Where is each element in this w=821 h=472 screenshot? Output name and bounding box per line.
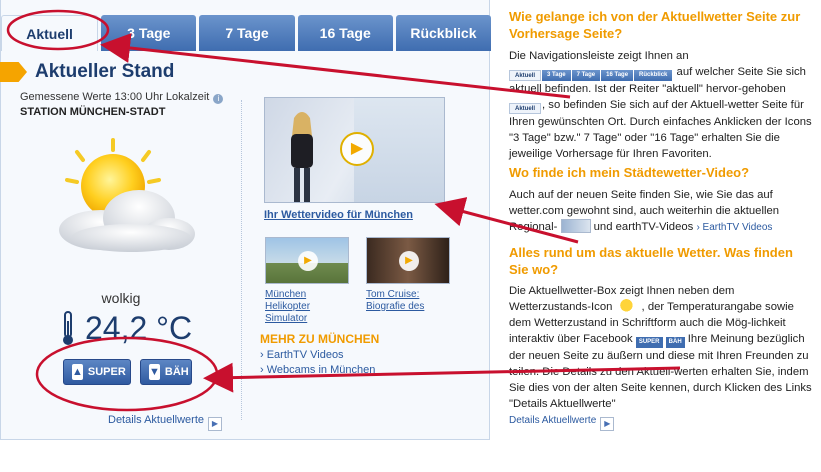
section-marker-icon	[0, 62, 27, 82]
faq-question-2: Wo finde ich mein Städtewetter-Video?	[509, 165, 750, 180]
play-icon[interactable]: ▶	[399, 251, 419, 271]
more-link-webcams[interactable]: › Webcams in München	[260, 364, 485, 374]
faq-question-3: Alles rund um das aktuelle Wetter. Was f…	[509, 245, 793, 277]
earthtv-videos-link[interactable]: › EarthTV Videos	[696, 222, 772, 233]
details-link[interactable]: Details Aktuellwerte ▶	[108, 414, 222, 431]
mini-nav-tabs: Aktuell 3 Tage 7 Tage 16 Tage Rückblick	[509, 70, 673, 81]
video-link-tom-cruise[interactable]: Tom Cruise: Biografie des	[366, 289, 454, 313]
bah-label: BÄH	[164, 366, 189, 378]
tab-16-tage[interactable]: 16 Tage	[297, 15, 393, 51]
faq-question-1: Wie gelange ich von der Aktuellwetter Se…	[509, 9, 801, 41]
nav-tabs: Aktuell 3 Tage 7 Tage 16 Tage Rückblick	[1, 15, 492, 51]
tab-7-tage[interactable]: 7 Tage	[199, 15, 295, 51]
faq-a1-text3: , so befinden Sie sich auf der Aktuell-w…	[509, 99, 812, 160]
tab-3-tage[interactable]: 3 Tage	[101, 15, 197, 51]
thumbs-down-icon: ▼	[149, 364, 160, 380]
arrow-right-icon: ▶	[208, 417, 222, 431]
thumbs-up-icon: ▲	[72, 364, 83, 380]
faq-a1-text1: Die Navigationsleiste zeigt Ihnen an	[509, 50, 689, 62]
video-link-helicopter[interactable]: München Helikopter Simulator	[265, 289, 353, 325]
mini-tab-3-tage: 3 Tage	[542, 70, 571, 81]
faq-answer-1: Die Navigationsleiste zeigt Ihnen an Akt…	[509, 48, 815, 162]
mini-tab-aktuell-highlight: Aktuell	[509, 103, 542, 114]
mini-tab-aktuell: Aktuell	[509, 70, 542, 81]
mini-super-button: SUPER	[635, 337, 663, 348]
more-heading: MEHR ZU MÜNCHEN	[260, 332, 380, 346]
mini-bah-button: BÄH	[665, 337, 685, 348]
column-divider	[241, 100, 242, 420]
super-label: SUPER	[87, 366, 126, 378]
video-thumb-tom-cruise[interactable]: ▶	[366, 237, 450, 284]
section-title: Aktueller Stand	[35, 61, 175, 82]
faq-answer-2: Auch auf der neuen Seite finden Sie, wie…	[509, 187, 815, 236]
mini-tab-7-tage: 7 Tage	[571, 70, 601, 81]
sun-cloud-icon	[59, 138, 195, 252]
measured-text: Gemessene Werte 13:00 Uhr Lokalzeit	[20, 91, 210, 103]
info-icon[interactable]: i	[213, 94, 224, 104]
play-icon[interactable]: ▶	[298, 251, 318, 271]
weather-condition: wolkig	[101, 290, 141, 306]
tab-rueckblick[interactable]: Rückblick	[395, 15, 492, 51]
mini-tab-16-tage: 16 Tage	[601, 70, 634, 81]
faq-panel: Wie gelange ich von der Aktuellwetter Se…	[509, 8, 815, 433]
measured-time: Gemessene Werte 13:00 Uhr Lokalzeit i	[20, 91, 224, 104]
more-link-earthtv[interactable]: › EarthTV Videos	[260, 349, 344, 361]
arrow-right-icon: ▶	[600, 417, 615, 431]
video-thumb-helicopter[interactable]: ▶	[265, 237, 349, 284]
bah-button[interactable]: ▼ BÄH	[140, 359, 192, 385]
main-video-link[interactable]: Ihr Wettervideo für München	[264, 209, 413, 221]
temperature-value: 24,2 °C	[85, 310, 193, 346]
play-icon[interactable]: ▶	[340, 132, 374, 166]
details-link-label: Details Aktuellwerte	[108, 414, 204, 426]
faq-answer-3: Die Aktuellwetter-Box zeigt Ihnen neben …	[509, 283, 815, 431]
tab-aktuell[interactable]: Aktuell	[1, 15, 99, 51]
mini-tab-rueckblick: Rückblick	[634, 70, 673, 81]
details-aktuellwerte-link[interactable]: Details Aktuellwerte	[509, 415, 596, 426]
thermometer-icon	[63, 310, 73, 345]
mini-video-image	[560, 219, 591, 233]
temperature-row: 24,2 °C	[61, 310, 192, 347]
station-name: STATION MÜNCHEN-STADT	[20, 106, 166, 118]
presenter-image	[291, 112, 313, 202]
super-button[interactable]: ▲ SUPER	[63, 359, 131, 385]
weather-widget: Aktuell 3 Tage 7 Tage 16 Tage Rückblick …	[0, 0, 492, 440]
main-video-thumbnail[interactable]: ▶	[264, 97, 445, 203]
faq-a2-text2: und earthTV-Videos	[593, 221, 694, 233]
mini-sun-icon	[615, 299, 642, 313]
